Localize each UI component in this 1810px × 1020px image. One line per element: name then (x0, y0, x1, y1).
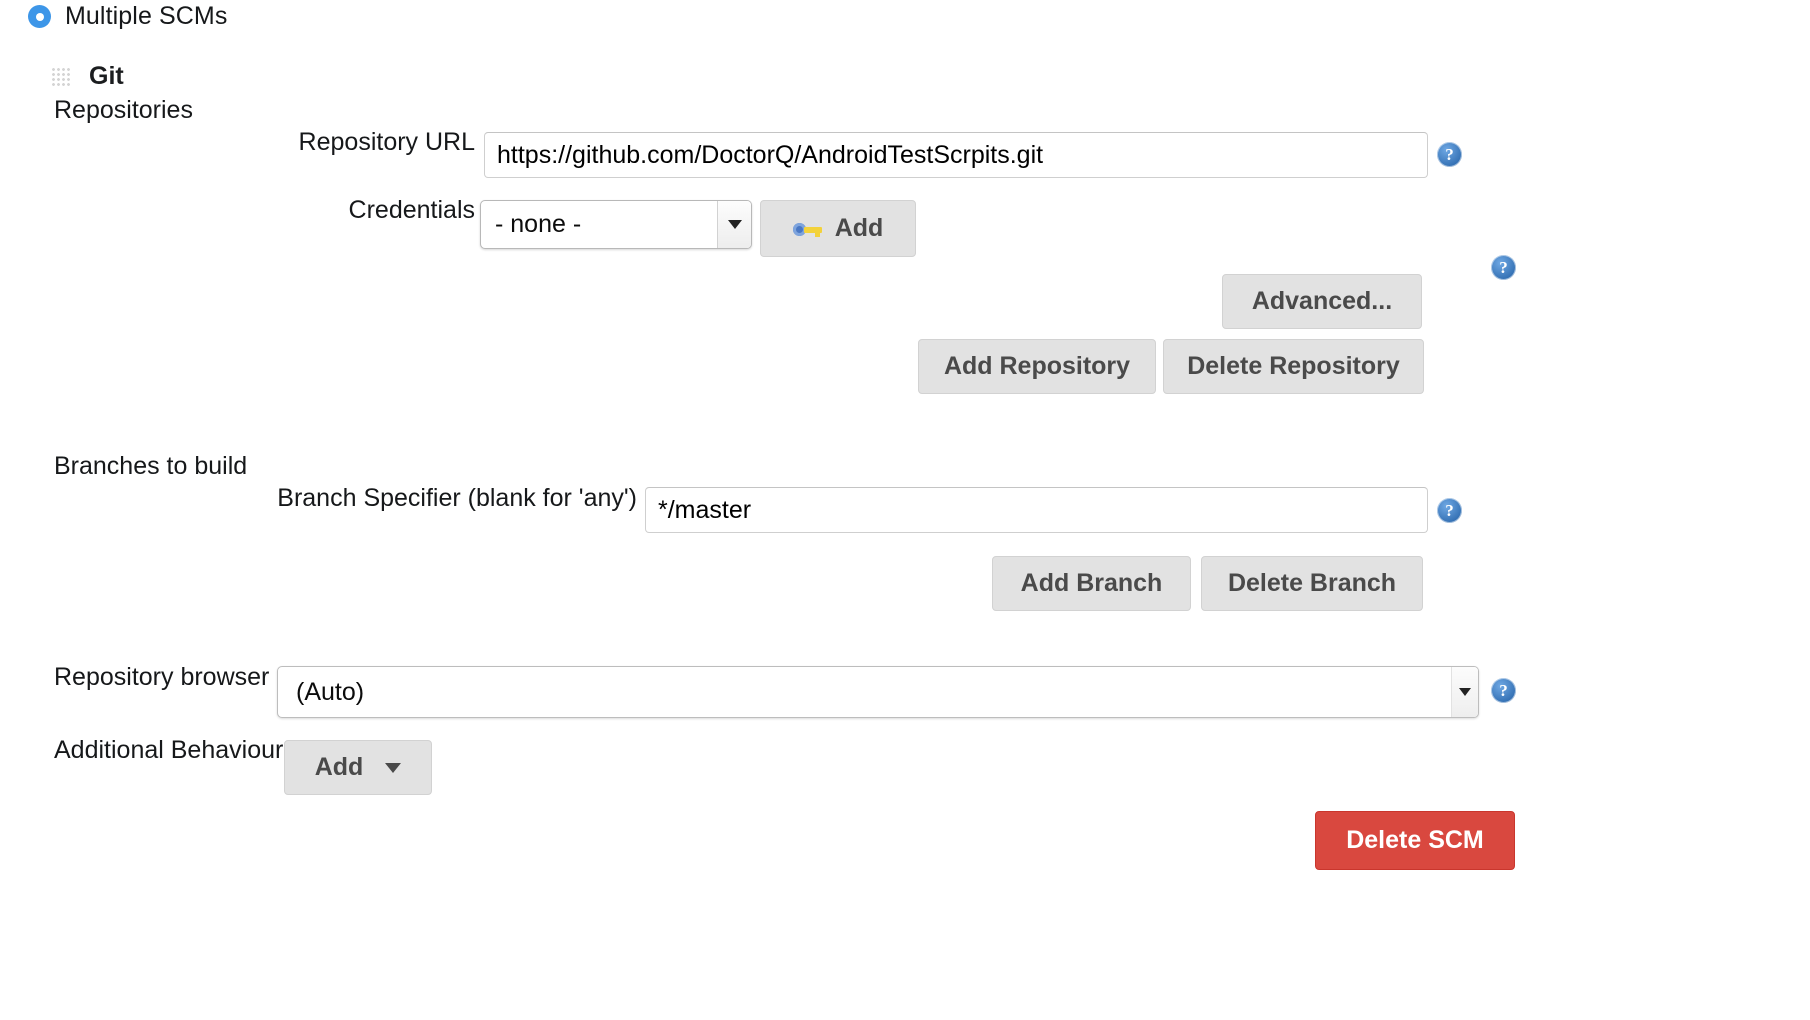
delete-repository-button[interactable]: Delete Repository (1163, 339, 1424, 394)
help-icon-credentials[interactable]: ? (1491, 255, 1516, 280)
repositories-section-label: Repositories (54, 96, 193, 124)
chevron-down-icon[interactable] (717, 201, 751, 248)
add-credentials-label: Add (834, 214, 884, 242)
caret-shape (1459, 688, 1471, 696)
branch-specifier-input[interactable] (645, 487, 1428, 533)
branch-specifier-label: Branch Specifier (blank for 'any') (277, 484, 637, 512)
help-icon-repository-browser[interactable]: ? (1491, 678, 1516, 703)
delete-scm-button[interactable]: Delete SCM (1315, 811, 1515, 870)
credentials-selected-value: - none - (495, 210, 582, 238)
chevron-down-icon[interactable] (1451, 667, 1478, 717)
help-icon-branch-specifier[interactable]: ? (1437, 498, 1462, 523)
key-icon (792, 219, 823, 239)
credentials-select[interactable]: - none - (480, 200, 752, 249)
delete-branch-button[interactable]: Delete Branch (1201, 556, 1423, 611)
repository-browser-label: Repository browser (54, 663, 270, 691)
credentials-label: Credentials (348, 196, 475, 224)
branches-to-build-label: Branches to build (54, 452, 248, 480)
additional-behaviours-add-label: Add (314, 753, 364, 781)
scm-type-radio-multiple-scms[interactable]: Multiple SCMs (28, 2, 227, 31)
drag-handle-icon[interactable] (50, 66, 71, 87)
chevron-down-icon (385, 762, 402, 773)
advanced-button[interactable]: Advanced... (1222, 274, 1422, 329)
help-icon-repository-url[interactable]: ? (1437, 142, 1462, 167)
repository-url-label: Repository URL (298, 128, 475, 156)
repository-browser-selected-value: (Auto) (296, 677, 365, 706)
radio-inner-dot (35, 12, 44, 21)
repository-browser-select[interactable]: (Auto) (277, 666, 1479, 718)
radio-button-selected[interactable] (28, 5, 51, 28)
scm-type-label: Multiple SCMs (65, 2, 228, 30)
add-branch-button[interactable]: Add Branch (992, 556, 1191, 611)
additional-behaviours-add-button[interactable]: Add (284, 740, 432, 795)
git-scm-configuration-panel: Multiple SCMs Git Repositories Branches … (0, 0, 1810, 1020)
caret-shape (727, 220, 742, 229)
git-section-title: Git (89, 62, 124, 90)
additional-behaviours-label: Additional Behaviours (54, 736, 296, 764)
repository-url-input[interactable] (484, 132, 1428, 178)
add-credentials-button[interactable]: Add (760, 200, 916, 257)
git-section-header[interactable]: Git (50, 62, 124, 91)
add-repository-button[interactable]: Add Repository (918, 339, 1156, 394)
